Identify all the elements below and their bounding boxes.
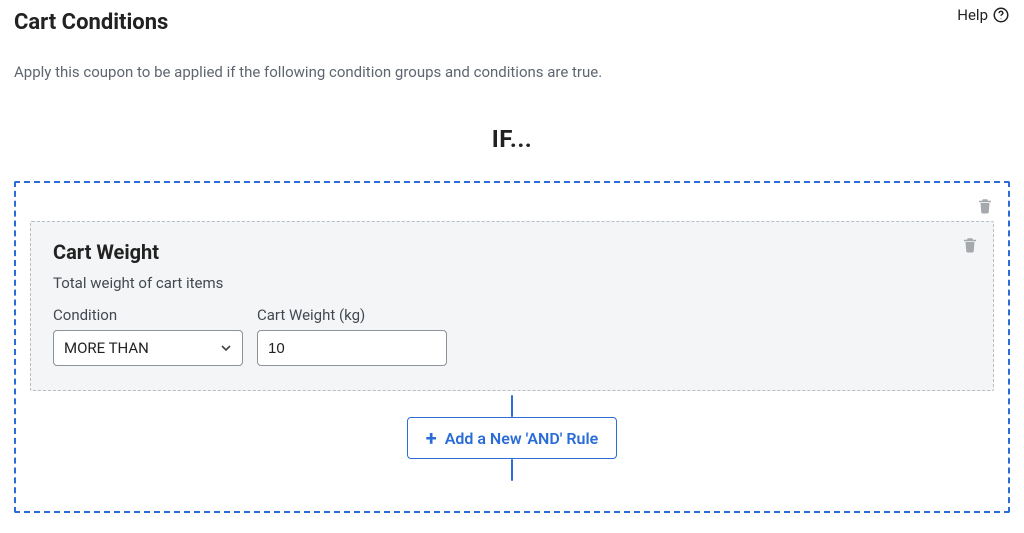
connector-line [511, 395, 513, 417]
page-title: Cart Conditions [14, 10, 168, 35]
if-heading: IF... [14, 125, 1010, 153]
help-icon [992, 6, 1010, 24]
connector-line [511, 459, 513, 481]
weight-input[interactable] [257, 330, 447, 366]
trash-icon[interactable] [976, 197, 994, 215]
condition-select[interactable]: MORE THAN [53, 330, 243, 366]
condition-value: MORE THAN [64, 339, 149, 357]
add-and-rule-button[interactable]: + Add a New 'AND' Rule [407, 417, 617, 459]
trash-icon[interactable] [961, 236, 979, 254]
plus-icon: + [426, 428, 437, 448]
add-rule-label: Add a New 'AND' Rule [445, 429, 599, 448]
condition-label: Condition [53, 306, 243, 324]
help-label: Help [957, 6, 988, 24]
rule-cart-weight: Cart Weight Total weight of cart items C… [30, 221, 994, 391]
chevron-down-icon [218, 340, 234, 356]
rule-title: Cart Weight [53, 240, 971, 264]
condition-group: Cart Weight Total weight of cart items C… [14, 181, 1010, 513]
weight-label: Cart Weight (kg) [257, 306, 447, 324]
connector: + Add a New 'AND' Rule [30, 395, 994, 481]
help-link[interactable]: Help [957, 6, 1010, 24]
rule-description: Total weight of cart items [53, 274, 971, 292]
description-text: Apply this coupon to be applied if the f… [14, 63, 1010, 81]
